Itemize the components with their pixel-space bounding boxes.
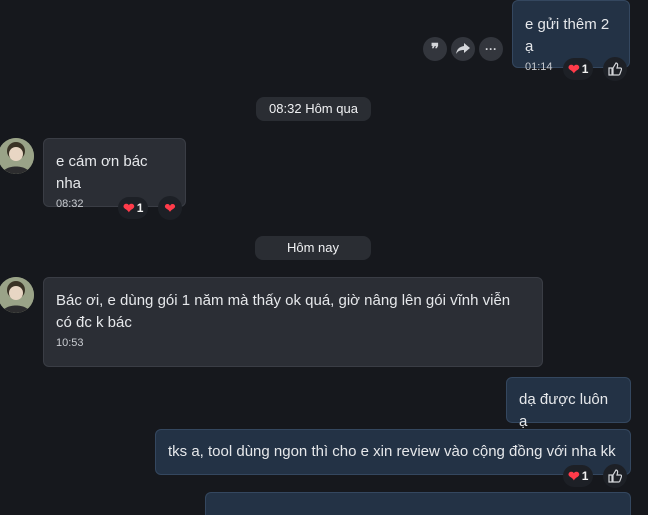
thumbs-up-icon <box>608 62 622 76</box>
forward-icon <box>456 43 470 54</box>
like-button[interactable] <box>603 464 627 488</box>
thumbs-up-icon <box>608 469 622 483</box>
message-time: 08:32 <box>56 198 84 210</box>
message-time: 10:53 <box>56 337 84 349</box>
avatar[interactable] <box>0 138 34 174</box>
heart-icon: ❤ <box>164 200 176 216</box>
avatar-image <box>0 138 34 174</box>
reaction-badge[interactable]: ❤ 1 <box>563 58 594 80</box>
reaction-count: 1 <box>581 62 589 76</box>
message-text: dạ được luôn ạ <box>519 391 609 430</box>
reaction-badge[interactable]: ❤ 1 <box>563 465 594 487</box>
quote-button[interactable]: ❞ <box>423 37 447 61</box>
react-heart-button[interactable]: ❤ <box>158 196 182 220</box>
reaction-badge[interactable]: ❤ 1 <box>118 197 149 219</box>
message-bubble-partial[interactable] <box>205 492 631 515</box>
more-button[interactable]: ··· <box>479 37 503 61</box>
date-divider: Hôm nay <box>255 236 371 260</box>
message-bubble[interactable]: tks a, tool dùng ngon thì cho e xin revi… <box>155 429 631 475</box>
heart-icon: ❤ <box>568 468 580 484</box>
quote-icon: ❞ <box>430 39 440 58</box>
message-text: tks a, tool dùng ngon thì cho e xin revi… <box>168 443 616 460</box>
message-bubble[interactable]: Bác ơi, e dùng gói 1 năm mà thấy ok quá,… <box>43 277 543 367</box>
like-button[interactable] <box>603 57 627 81</box>
message-text: e gửi thêm 2 ạ <box>525 16 610 55</box>
reaction-count: 1 <box>136 201 144 215</box>
date-divider: 08:32 Hôm qua <box>256 97 371 121</box>
message-text: Bác ơi, e dùng gói 1 năm mà thấy ok quá,… <box>56 292 511 331</box>
heart-icon: ❤ <box>568 61 580 77</box>
message-text: e cám ơn bác nha <box>56 153 148 192</box>
heart-icon: ❤ <box>123 200 135 216</box>
avatar-image <box>0 277 34 313</box>
message-bubble[interactable]: dạ được luôn ạ <box>506 377 631 430</box>
forward-button[interactable] <box>451 37 475 61</box>
avatar[interactable] <box>0 277 34 313</box>
more-icon: ··· <box>485 42 497 56</box>
reaction-count: 1 <box>581 469 589 483</box>
